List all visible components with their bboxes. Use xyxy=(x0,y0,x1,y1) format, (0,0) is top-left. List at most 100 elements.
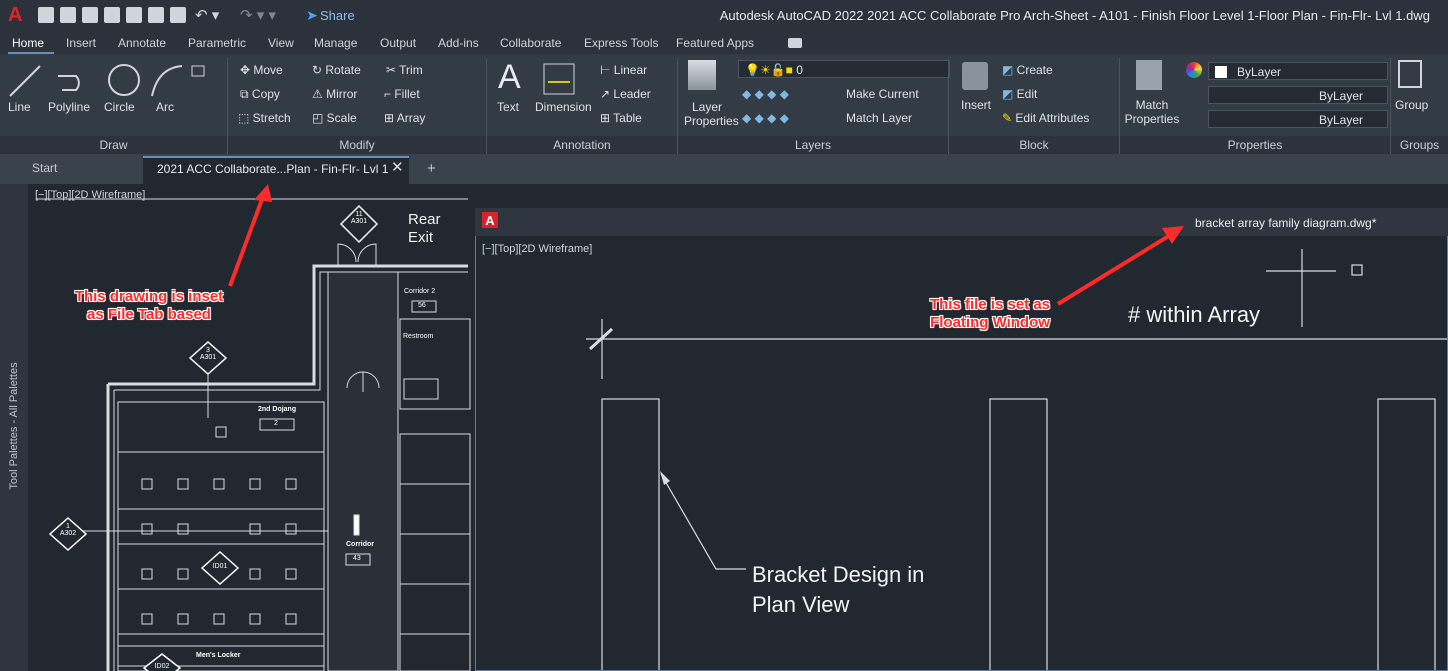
tab-express-tools[interactable]: Express Tools xyxy=(584,36,658,50)
tab-add-ins[interactable]: Add-ins xyxy=(438,36,479,50)
redo-icon[interactable]: ↷ ▾ ▾ xyxy=(240,6,276,24)
tab-collaborate[interactable]: Collaborate xyxy=(500,36,561,50)
plot-icon[interactable] xyxy=(170,7,186,23)
move-tool[interactable]: ✥ Move xyxy=(240,63,283,77)
tab-view[interactable]: View xyxy=(268,36,294,50)
viewport-controls[interactable]: [−][Top][2D Wireframe] xyxy=(35,189,145,201)
make-current-button[interactable]: Make Current xyxy=(846,87,919,101)
mirror-tool[interactable]: ⚠ Mirror xyxy=(312,87,357,101)
layer-properties-button[interactable]: Layer Properties xyxy=(684,100,739,128)
room-label-2nd-dojang: 2nd Dojang xyxy=(258,406,297,413)
edit-attributes-button[interactable]: ✎ Edit Attributes xyxy=(1002,111,1089,125)
fillet-icon: ⌐ xyxy=(384,87,395,101)
match-layer-button[interactable]: Match Layer xyxy=(846,111,912,125)
tab-home[interactable]: Home xyxy=(12,36,44,50)
stretch-icon: ⬚ xyxy=(238,111,253,125)
line-tool[interactable]: Line xyxy=(8,100,31,114)
callout-id02[interactable]: ID02 xyxy=(138,663,186,670)
fillet-tool[interactable]: ⌐ Fillet xyxy=(384,87,420,101)
undo-icon[interactable]: ↶ ▾ xyxy=(195,6,219,24)
save-icon[interactable] xyxy=(82,7,98,23)
properties-panel-title[interactable]: Properties xyxy=(1120,136,1390,154)
leader-tool[interactable]: ↗ Leader xyxy=(600,87,651,101)
tab-manage[interactable]: Manage xyxy=(314,36,357,50)
dimension-icon[interactable] xyxy=(540,62,578,96)
linear-tool[interactable]: ⊢ Linear xyxy=(600,63,647,77)
file-tab-annotation: This drawing is inset as File Tab based xyxy=(44,288,254,324)
group-button[interactable]: Group xyxy=(1395,98,1428,112)
share-button[interactable]: Share xyxy=(320,8,355,23)
callout-id01[interactable]: ID01 xyxy=(196,563,244,570)
scale-tool[interactable]: ◰ Scale xyxy=(312,111,357,125)
tab-insert[interactable]: Insert xyxy=(66,36,96,50)
open-file-icon[interactable] xyxy=(60,7,76,23)
copy-tool[interactable]: ⧉ Copy xyxy=(240,87,280,102)
rotate-tool[interactable]: ↻ Rotate xyxy=(312,63,361,77)
layer-tool-icons-2[interactable]: ◆ ◆ ◆ ◆ xyxy=(742,111,789,125)
color-dropdown[interactable]: ByLayer xyxy=(1208,62,1388,80)
draw-panel-title[interactable]: Draw xyxy=(0,136,227,154)
match-properties-icon[interactable] xyxy=(1136,60,1162,90)
stretch-tool[interactable]: ⬚ Stretch xyxy=(238,111,291,125)
layers-panel-title[interactable]: Layers xyxy=(678,136,948,154)
match-properties-button[interactable]: Match Properties xyxy=(1124,98,1180,126)
groups-panel-title[interactable]: Groups xyxy=(1391,136,1448,154)
create-block-button[interactable]: ◩ Create xyxy=(1002,63,1053,77)
rotate-label: Rotate xyxy=(325,63,361,77)
fillet-label: Fillet xyxy=(394,87,420,101)
autocad-logo-icon[interactable]: A xyxy=(8,4,22,27)
callout-1-a302[interactable]: 1 A302 xyxy=(44,523,92,537)
edit-block-button[interactable]: ◩ Edit xyxy=(1002,87,1037,101)
block-panel-title[interactable]: Block xyxy=(949,136,1119,154)
layer-tool-icons[interactable]: ◆ ◆ ◆ ◆ xyxy=(742,87,789,101)
tab-annotate[interactable]: Annotate xyxy=(118,36,166,50)
rear-exit-line-2: Exit xyxy=(408,229,434,246)
ribbon-options-icon[interactable] xyxy=(788,38,802,48)
new-tab-icon[interactable]: + xyxy=(427,160,436,177)
text-icon[interactable]: A xyxy=(498,58,521,97)
layer-dropdown[interactable]: 💡☀🔓■ 0 xyxy=(738,60,950,78)
upload-icon[interactable] xyxy=(126,7,142,23)
save-as-icon[interactable] xyxy=(104,7,120,23)
floating-drawing-window[interactable] xyxy=(475,208,1448,671)
array-tool[interactable]: ⊞ Array xyxy=(384,111,425,125)
export-icon[interactable] xyxy=(148,7,164,23)
trim-tool[interactable]: ✂ Trim xyxy=(386,63,423,77)
trim-icon: ✂ xyxy=(386,63,400,77)
text-tool[interactable]: Text xyxy=(497,100,519,114)
arc-tool[interactable]: Arc xyxy=(156,100,174,114)
draw-tools-icons[interactable] xyxy=(6,60,216,102)
lineweight-dropdown[interactable]: ByLayer xyxy=(1208,110,1388,128)
new-file-icon[interactable] xyxy=(38,7,54,23)
dimension-tool[interactable]: Dimension xyxy=(535,100,592,114)
copy-label: Copy xyxy=(251,87,280,101)
callout-sheet: A302 xyxy=(59,530,77,537)
callout-11-a301[interactable]: 11 A301 xyxy=(335,211,383,225)
current-layer-name: 0 xyxy=(796,63,803,77)
color-wheel-icon xyxy=(1186,62,1202,78)
modify-panel-title[interactable]: Modify xyxy=(228,136,486,154)
room-label-corridor-2: Corridor 2 xyxy=(404,288,436,295)
insert-icon[interactable] xyxy=(962,62,988,90)
share-icon[interactable]: ➤ xyxy=(306,7,318,24)
stretch-label: Stretch xyxy=(252,111,291,125)
group-icon[interactable] xyxy=(1398,60,1422,88)
linetype-dropdown[interactable]: ByLayer xyxy=(1208,86,1388,104)
callout-3-a301[interactable]: 3 A301 xyxy=(184,347,232,361)
table-tool[interactable]: ⊞ Table xyxy=(600,111,642,125)
tab-parametric[interactable]: Parametric xyxy=(188,36,246,50)
floating-viewport-controls[interactable]: [−][Top][2D Wireframe] xyxy=(482,243,592,255)
room-number-corridor: 43 xyxy=(353,555,361,562)
scale-label: Scale xyxy=(326,111,357,125)
tool-palette-label: Tool Palettes - All Palettes xyxy=(8,362,20,490)
annotation-panel-title[interactable]: Annotation xyxy=(487,136,677,154)
close-tab-icon[interactable]: ✕ xyxy=(391,158,404,176)
tab-featured-apps[interactable]: Featured Apps xyxy=(676,36,754,50)
tab-output[interactable]: Output xyxy=(380,36,416,50)
layer-properties-icon[interactable] xyxy=(688,60,716,90)
insert-button[interactable]: Insert xyxy=(961,98,991,112)
circle-tool[interactable]: Circle xyxy=(104,100,135,114)
start-tab[interactable]: Start xyxy=(32,161,57,175)
polyline-tool[interactable]: Polyline xyxy=(48,100,90,114)
room-number-corridor-2: 56 xyxy=(418,302,426,309)
